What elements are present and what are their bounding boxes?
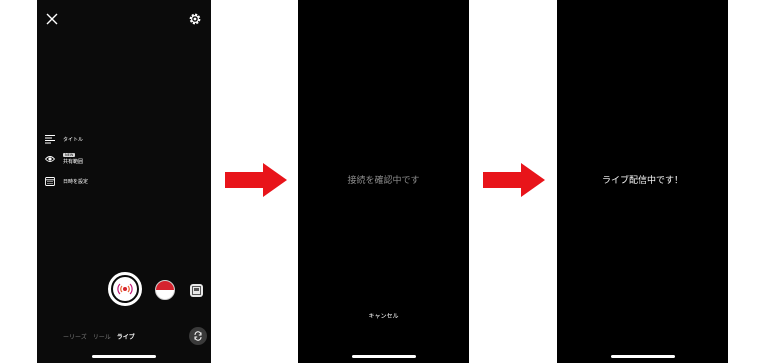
mode-live[interactable]: ライブ [117,332,135,341]
gallery-glyph-icon [192,286,201,295]
gear-icon[interactable] [188,12,202,26]
flip-arrows-icon [194,331,202,341]
close-icon[interactable] [46,13,58,25]
home-indicator [351,355,416,358]
audience-option[interactable]: NEW 共有範囲 [45,153,83,165]
arrow-right-icon [225,163,287,197]
live-streaming-screen: ライブ配信中です！ [557,0,728,363]
broadcast-icon [117,283,133,295]
schedule-option[interactable]: 日時を設定 [45,176,88,186]
calendar-icon [45,177,55,186]
mode-selector: ーリーズ リール ライブ [63,332,135,341]
mode-reels[interactable]: リール [93,332,111,341]
connecting-status: 接続を確認中です [347,176,420,186]
title-option[interactable]: タイトル [45,134,83,144]
live-status: ライブ配信中です！ [601,176,683,186]
title-option-label: タイトル [63,136,84,143]
new-badge: NEW [63,153,76,157]
home-indicator [92,355,156,358]
eye-icon [45,156,55,162]
go-live-button[interactable] [108,272,142,306]
live-setup-screen: タイトル NEW 共有範囲 日時を設定 ーリーズ リール ライブ [37,0,211,363]
arrow-right-icon [483,163,545,197]
cancel-button[interactable]: キャンセル [298,311,469,320]
text-lines-icon [45,135,55,144]
audience-option-label: 共有範囲 [63,159,84,165]
gallery-icon[interactable] [190,284,203,297]
home-indicator [610,355,675,358]
effect-thumbnail[interactable] [155,280,175,300]
mode-stories[interactable]: ーリーズ [63,332,87,341]
connecting-screen: 接続を確認中です キャンセル [298,0,469,363]
camera-flip-icon[interactable] [189,327,207,345]
schedule-option-label: 日時を設定 [63,178,89,185]
